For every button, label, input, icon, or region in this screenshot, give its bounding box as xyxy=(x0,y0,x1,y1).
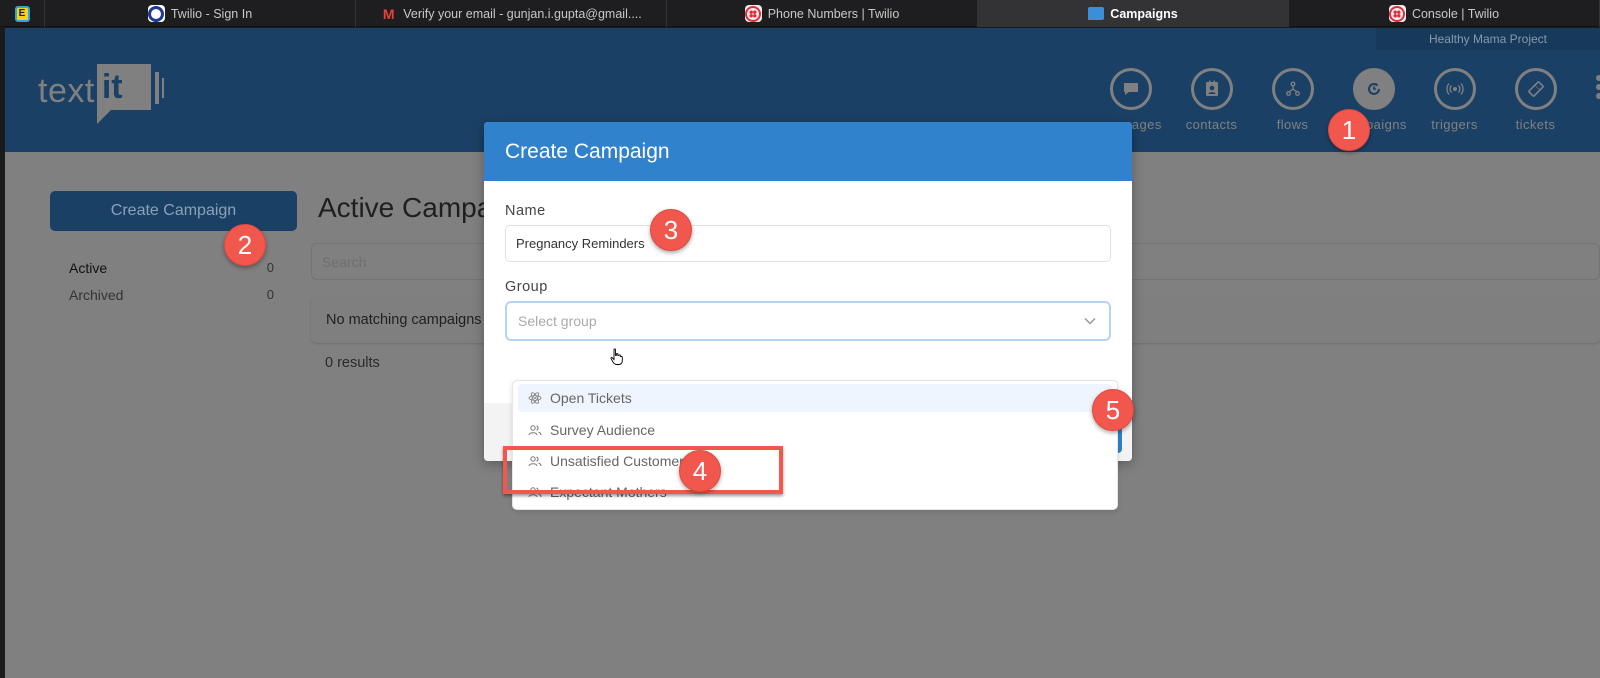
group-select-placeholder: Select group xyxy=(518,313,597,329)
sidebar-item-count: 0 xyxy=(266,260,274,275)
group-select[interactable]: Select group xyxy=(505,301,1111,341)
browser-tab[interactable]: Console | Twilio xyxy=(1289,0,1600,27)
atom-icon xyxy=(528,392,542,404)
sidebar-item-label: Active xyxy=(69,259,108,276)
textit-logo[interactable]: text it xyxy=(38,64,164,124)
tab-label: Phone Numbers | Twilio xyxy=(767,6,900,21)
ticket-icon xyxy=(1514,68,1557,110)
annotation-badge-5: 5 xyxy=(1092,389,1134,431)
browser-tab-bar: E Twilio - Sign In M Verify your email -… xyxy=(0,0,1600,27)
campaign-clock-icon xyxy=(1352,68,1395,110)
annotation-badge-1: 1 xyxy=(1328,109,1370,151)
gmail-icon: M xyxy=(382,5,395,22)
users-icon xyxy=(528,424,542,435)
hand-cursor-icon xyxy=(610,348,623,365)
browser-tab[interactable]: Phone Numbers | Twilio xyxy=(667,0,978,27)
twilio-icon xyxy=(1388,5,1406,22)
logo-tail xyxy=(96,110,111,124)
results-count: 0 results xyxy=(325,355,380,371)
dialog-title: Create Campaign xyxy=(484,122,1132,181)
tab-label: Verify your email - gunjan.i.gupta@gmail… xyxy=(403,6,642,21)
dialog-body: Name Pregnancy Reminders Group Select gr… xyxy=(484,203,1132,341)
annotation-highlight-box xyxy=(503,446,783,494)
tab-label: Twilio - Sign In xyxy=(170,6,253,21)
nav-tickets[interactable]: tickets xyxy=(1495,68,1576,132)
group-option-open-tickets[interactable]: Open Tickets xyxy=(518,384,1112,412)
annotation-badge-4: 4 xyxy=(679,450,721,492)
chat-bubble-icon xyxy=(1088,7,1105,20)
annotation-badge-3: 3 xyxy=(650,209,692,251)
logo-box: it xyxy=(96,64,164,124)
tab-label: Console | Twilio xyxy=(1411,6,1500,21)
chevron-down-icon xyxy=(1084,317,1096,325)
broadcast-icon xyxy=(1433,68,1476,110)
extension-icon: E xyxy=(14,5,30,22)
logo-text: text xyxy=(38,72,95,110)
org-name[interactable]: Healthy Mama Project xyxy=(1376,28,1600,50)
name-input[interactable]: Pregnancy Reminders xyxy=(505,225,1111,262)
nav-contacts[interactable]: contacts xyxy=(1171,68,1252,132)
flow-tree-icon xyxy=(1271,68,1314,110)
browser-tab-active[interactable]: Campaigns xyxy=(978,0,1289,27)
message-icon xyxy=(1109,68,1152,110)
browser-tab[interactable]: M Verify your email - gunjan.i.gupta@gma… xyxy=(356,0,667,27)
contact-card-icon xyxy=(1190,68,1233,110)
sidebar-item-archived[interactable]: Archived 0 xyxy=(69,281,274,308)
nav-label: tickets xyxy=(1515,117,1556,132)
annotation-badge-2: 2 xyxy=(224,224,266,266)
sidebar-item-count: 0 xyxy=(266,287,274,302)
nav-label: flows xyxy=(1276,117,1309,132)
sidebar-item-label: Archived xyxy=(69,286,124,303)
option-label: Survey Audience xyxy=(550,421,656,438)
nav-label: triggers xyxy=(1431,117,1478,132)
option-label: Open Tickets xyxy=(550,390,632,406)
nav-flows[interactable]: flows xyxy=(1252,68,1333,132)
create-campaign-button[interactable]: Create Campaign xyxy=(50,191,297,231)
more-menu-icon[interactable] xyxy=(1596,75,1600,99)
nav-label: contacts xyxy=(1185,117,1238,132)
logo-box-text: it xyxy=(101,68,123,106)
tab-label: Campaigns xyxy=(1110,6,1178,21)
extension-button[interactable]: E xyxy=(0,0,45,27)
nav-triggers[interactable]: triggers xyxy=(1414,68,1495,132)
group-option-survey-audience[interactable]: Survey Audience xyxy=(518,414,1112,445)
logo-bar xyxy=(154,72,159,104)
name-label: Name xyxy=(505,203,546,219)
logo-bar xyxy=(161,78,164,98)
twilio-circle-icon xyxy=(147,5,165,22)
twilio-icon xyxy=(744,5,762,22)
group-label: Group xyxy=(505,279,548,295)
browser-tab[interactable]: Twilio - Sign In xyxy=(45,0,356,27)
